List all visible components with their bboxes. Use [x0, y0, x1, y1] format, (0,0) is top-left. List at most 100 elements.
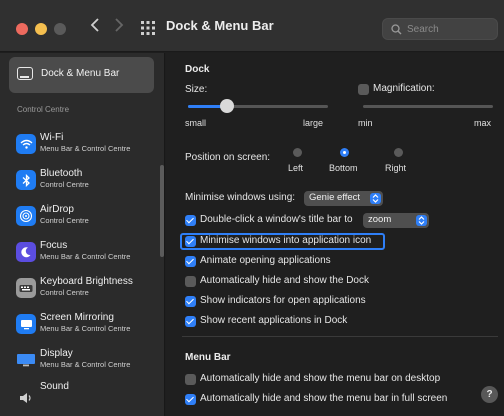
sidebar-item-label: AirDrop [40, 204, 74, 215]
search-box[interactable] [382, 18, 498, 40]
position-left-radio[interactable] [293, 148, 302, 157]
chevron-left-icon [90, 18, 99, 32]
position-bottom-radio[interactable] [340, 148, 349, 157]
option-row: Show indicators for open applications [185, 294, 385, 310]
close-window-button[interactable] [16, 23, 28, 35]
display-icon [16, 350, 36, 370]
wifi-icon [16, 134, 36, 154]
position-right-radio[interactable] [394, 148, 403, 157]
sidebar-item-airdrop[interactable]: AirDrop Control Centre [12, 198, 162, 234]
magnification-checkbox[interactable] [358, 84, 369, 95]
sidebar-item-label: Sound [40, 381, 69, 392]
forward-button[interactable] [114, 16, 128, 38]
autohide-dock-checkbox[interactable] [185, 276, 196, 287]
help-button[interactable]: ? [481, 386, 498, 403]
sidebar-item-sublabel: Menu Bar & Control Centre [40, 252, 131, 261]
size-min-label: small [185, 118, 207, 128]
minimize-window-button[interactable] [35, 23, 47, 35]
dock-section-title: Dock [185, 64, 210, 75]
sidebar-item-sublabel: Menu Bar & Control Centre [40, 324, 131, 333]
sidebar-item-label: Keyboard Brightness [40, 276, 133, 287]
sidebar-item-sublabel: Control Centre [40, 216, 89, 225]
option-row: Automatically hide and show the menu bar… [185, 372, 475, 388]
section-divider [182, 336, 498, 337]
option-row: Automatically hide and show the menu bar… [185, 392, 475, 408]
option-label: Automatically hide and show the menu bar… [200, 393, 448, 404]
sidebar-item-sublabel: Control Centre [40, 288, 89, 297]
position-left-label: Left [288, 163, 304, 173]
animate-opening-checkbox[interactable] [185, 256, 196, 267]
minimise-into-icon-checkbox[interactable] [185, 236, 196, 247]
double-click-row: Double-click a window's title bar to [185, 213, 365, 229]
sidebar-item-label: Focus [40, 240, 68, 251]
option-label: Automatically hide and show the menu bar… [200, 373, 441, 384]
sidebar-item-label: Screen Mirroring [40, 312, 114, 323]
sidebar-item-keyboard-brightness[interactable]: Keyboard Brightness Control Centre [12, 270, 162, 306]
back-button[interactable] [90, 16, 104, 38]
option-row: Show recent applications in Dock [185, 314, 385, 330]
option-row: Automatically hide and show the Dock [185, 274, 385, 290]
sidebar-item-label: Dock & Menu Bar [41, 68, 120, 79]
double-click-action-popup[interactable]: zoom [363, 213, 429, 228]
sidebar-item-screen-mirroring[interactable]: Screen Mirroring Menu Bar & Control Cent… [12, 306, 162, 342]
sidebar-item-bluetooth[interactable]: Bluetooth Control Centre [12, 162, 162, 198]
sidebar-item-wifi[interactable]: Wi-Fi Menu Bar & Control Centre [12, 126, 162, 162]
option-row: Minimise windows into application icon [185, 234, 385, 250]
size-max-label: large [303, 118, 324, 128]
size-slider-thumb[interactable] [220, 99, 235, 113]
minimise-effect-popup[interactable]: Genie effect [304, 191, 383, 206]
zoom-window-button[interactable] [54, 23, 66, 35]
sidebar-section-title: Control Centre [17, 105, 70, 114]
position-label: Position on screen: [185, 152, 271, 163]
magnification-min-label: min [358, 118, 373, 128]
double-click-action-value: zoom [368, 214, 392, 225]
autohide-menubar-desktop-checkbox[interactable] [185, 374, 196, 385]
sidebar-item-focus[interactable]: Focus Menu Bar & Control Centre [12, 234, 162, 270]
option-label: Show recent applications in Dock [200, 315, 348, 326]
size-label: Size: [185, 84, 208, 95]
sidebar-item-dock-menu-bar[interactable]: Dock & Menu Bar [9, 57, 154, 93]
option-row: Animate opening applications [185, 254, 385, 270]
chevron-updown-icon [370, 193, 381, 204]
sidebar: Dock & Menu Bar Control Centre Wi-Fi Men… [0, 53, 165, 416]
title-bar: Dock & Menu Bar [0, 0, 504, 52]
option-label: Automatically hide and show the Dock [200, 275, 369, 286]
double-click-checkbox[interactable] [185, 215, 196, 226]
autohide-menubar-fullscreen-checkbox[interactable] [185, 394, 196, 405]
position-right-label: Right [385, 163, 407, 173]
option-label: Show indicators for open applications [200, 295, 366, 306]
sidebar-item-label: Bluetooth [40, 168, 83, 179]
keyboard-brightness-icon [16, 278, 36, 298]
chevron-updown-icon [416, 215, 427, 226]
magnification-label: Magnification: [373, 83, 435, 94]
sidebar-scrollbar[interactable] [160, 165, 164, 257]
minimise-using-label: Minimise windows using: [185, 192, 296, 203]
grid-icon [141, 21, 155, 35]
sidebar-item-sound[interactable]: Sound [12, 378, 162, 414]
speaker-icon [16, 388, 36, 408]
chevron-right-icon [115, 18, 124, 32]
sidebar-item-label: Display [40, 348, 73, 359]
show-all-grid-button[interactable] [141, 21, 155, 35]
search-input[interactable] [407, 22, 493, 37]
search-icon [391, 24, 402, 35]
magnification-slider-track[interactable] [363, 105, 493, 108]
magnification-max-label: max [474, 118, 492, 128]
window-title: Dock & Menu Bar [166, 18, 274, 33]
sidebar-item-sublabel: Control Centre [40, 180, 89, 189]
menubar-section-title: Menu Bar [185, 352, 231, 363]
airdrop-icon [16, 206, 36, 226]
screen-mirroring-icon [16, 314, 36, 334]
option-label: Animate opening applications [200, 255, 331, 266]
sidebar-item-display[interactable]: Display Menu Bar & Control Centre [12, 342, 162, 378]
double-click-label: Double-click a window's title bar to [200, 214, 353, 225]
bluetooth-icon [16, 170, 36, 190]
sidebar-item-sublabel: Menu Bar & Control Centre [40, 144, 131, 153]
show-recent-checkbox[interactable] [185, 316, 196, 327]
position-bottom-label: Bottom [329, 163, 358, 173]
moon-icon [16, 242, 36, 262]
show-indicators-checkbox[interactable] [185, 296, 196, 307]
sidebar-item-label: Wi-Fi [40, 132, 64, 143]
main-panel: Dock Size: small large Magnification: mi… [166, 53, 504, 416]
minimise-effect-value: Genie effect [309, 192, 361, 203]
